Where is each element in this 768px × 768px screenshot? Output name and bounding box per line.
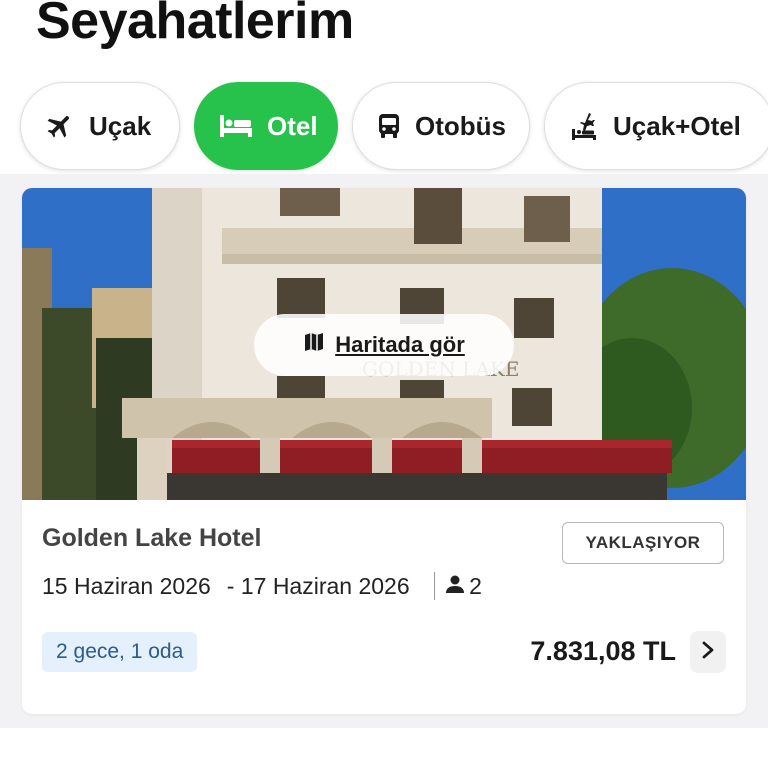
plane-icon [45, 111, 75, 141]
check-in-date: 15 Haziran 2026 [42, 572, 211, 599]
guest-count: 2 [445, 573, 482, 600]
hotel-name: Golden Lake Hotel [42, 524, 262, 552]
stay-summary-tag: 2 gece, 1 oda [42, 632, 198, 672]
tab-label: Otobüs [415, 110, 506, 141]
next-card-edge [0, 728, 768, 768]
tab-bus[interactable]: Otobüs [352, 82, 530, 170]
tab-plane[interactable]: Uçak [20, 82, 180, 170]
trip-card[interactable]: GOLDEN LAKE Haritada gör [22, 188, 746, 714]
map-icon [303, 331, 325, 359]
bed-icon [219, 113, 253, 139]
map-button-label: Haritada gör [335, 332, 465, 357]
trip-detail-button[interactable] [690, 631, 726, 673]
tab-plane-hotel[interactable]: Uçak+Otel [544, 82, 768, 170]
view-on-map-button[interactable]: Haritada gör [254, 314, 514, 376]
divider [433, 572, 436, 600]
top-bar: Seyahatlerim Uçak Otel Otobüs Uçak+Otel [0, 0, 768, 174]
total-price: 7.831,08 TL [530, 636, 676, 666]
check-out-date: - 17 Haziran 2026 [226, 572, 410, 599]
trip-type-tabs: Uçak Otel Otobüs Uçak+Otel [20, 82, 768, 172]
chevron-right-icon [701, 641, 715, 664]
page-title: Seyahatlerim [36, 0, 354, 50]
plane-hotel-icon [569, 111, 599, 141]
status-badge: YAKLAŞIYOR [562, 522, 724, 564]
tab-label: Uçak+Otel [613, 110, 741, 141]
person-icon [445, 573, 465, 600]
hotel-photo: GOLDEN LAKE Haritada gör [22, 188, 746, 500]
tab-hotel[interactable]: Otel [194, 82, 338, 170]
trip-dates: 15 Haziran 2026 - 17 Haziran 2026 2 [42, 572, 482, 600]
tab-label: Uçak [89, 110, 152, 141]
guest-count-value: 2 [469, 572, 482, 599]
bus-icon [377, 113, 401, 139]
tab-label: Otel [267, 110, 318, 141]
